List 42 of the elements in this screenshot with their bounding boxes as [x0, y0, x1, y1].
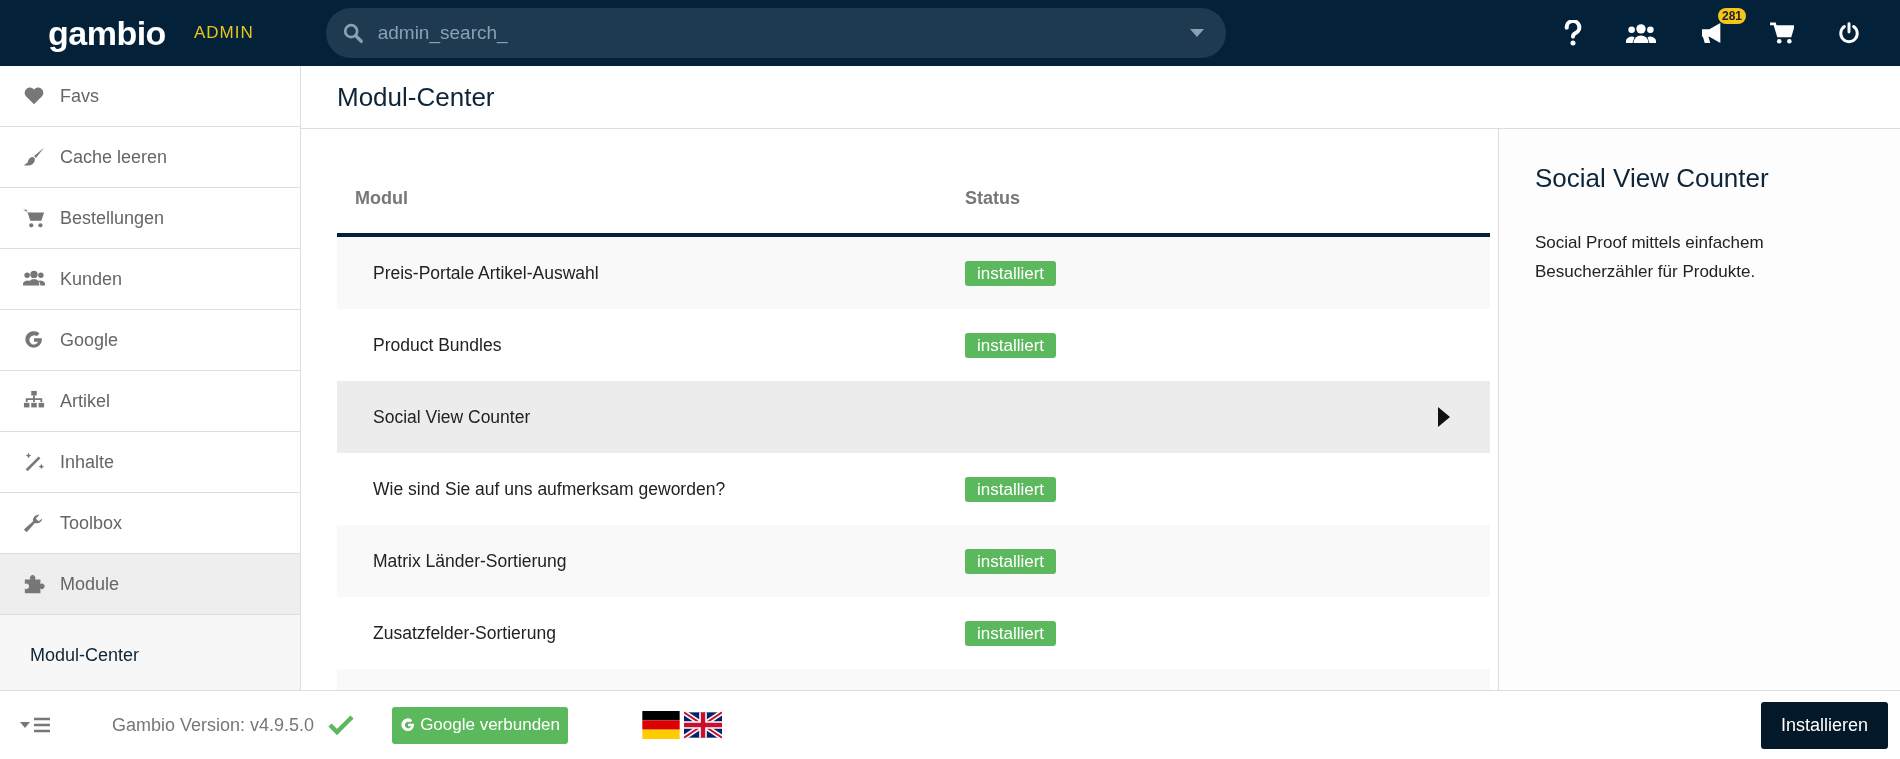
column-header: Status: [965, 187, 1021, 209]
module-name: Preis-Portale Artikel-Auswahl: [372, 262, 600, 284]
column-header: Modul: [354, 187, 409, 209]
status-badge: installiert: [965, 548, 1057, 574]
detail-title: Social View Counter: [1535, 163, 1770, 194]
brush-icon: [22, 146, 46, 168]
power-icon[interactable]: [1838, 22, 1860, 44]
google-icon: [400, 717, 417, 733]
status-badge: installiert: [965, 332, 1057, 358]
uk-flag-icon[interactable]: [684, 711, 722, 739]
users-icon[interactable]: [1626, 22, 1656, 44]
caret-icon[interactable]: [1189, 29, 1204, 37]
module-name: Wie sind Sie auf uns aufmerksam geworden?: [372, 478, 727, 500]
module-name: Matrix Länder-Sortierung: [372, 550, 568, 572]
search-field[interactable]: admin_search_: [325, 8, 1226, 58]
module-name: Zusatzfelder-Sortierung: [372, 622, 557, 644]
menu-icon[interactable]: [20, 717, 50, 733]
cart-icon: [22, 207, 46, 229]
page-title: Modul-Center: [337, 81, 495, 113]
status-badge: installiert: [965, 476, 1057, 502]
check-icon: [328, 715, 355, 735]
german-flag-icon[interactable]: [642, 711, 680, 739]
heart-icon: [22, 85, 46, 107]
admin-label: ADMIN: [193, 23, 254, 43]
puzzle-icon: [22, 573, 46, 595]
status-badge: installiert: [965, 620, 1057, 646]
arrow-icon: [1438, 407, 1450, 427]
detail-description: Social Proof mittels einfachem Besucherzähler für Produkte.: [1535, 232, 1765, 283]
table-row[interactable]: Preis-Portale Artikel-Auswahl installiert: [337, 237, 1490, 309]
help-icon[interactable]: [1564, 20, 1582, 46]
table-row[interactable]: Matrix Länder-Sortierung installiert: [337, 525, 1490, 597]
table-row[interactable]: Social View Counter: [337, 381, 1490, 453]
module-name: Product Bundles: [372, 334, 503, 356]
cart-icon[interactable]: [1770, 22, 1794, 44]
install-button[interactable]: Installieren: [1760, 701, 1888, 749]
submenu-item[interactable]: Modul-Center: [30, 645, 140, 665]
sidebar-item[interactable]: Module: [0, 554, 300, 615]
status-badge: installiert: [965, 260, 1057, 286]
version-text: Gambio Version: v4.9.5.0: [112, 714, 315, 736]
notification-badge: 281: [1718, 8, 1747, 24]
module-name: Social View Counter: [372, 406, 532, 428]
logo[interactable]: gambio: [48, 13, 166, 53]
